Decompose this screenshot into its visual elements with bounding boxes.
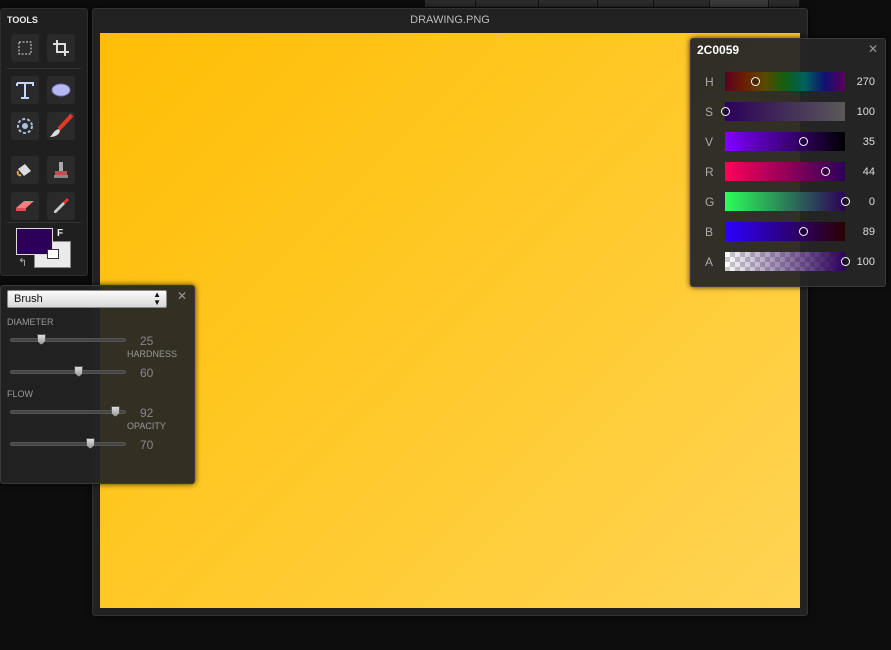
saturation-slider[interactable]: [721, 102, 845, 121]
green-label: G: [705, 195, 715, 209]
top-tab[interactable]: [710, 0, 769, 7]
opacity-slider-thumb[interactable]: [85, 438, 95, 449]
stamp-tool-button[interactable]: [47, 156, 75, 184]
red-slider-handle[interactable]: [820, 167, 830, 176]
brush-tool-button[interactable]: [47, 112, 75, 140]
brush-options-panel: Brush ▲ ▼ ✕ DIAMETER 25 HARDNESS 60 FLOW …: [0, 285, 195, 484]
default-colors-icon[interactable]: [47, 249, 59, 259]
opacity-slider[interactable]: [10, 438, 126, 449]
eyedropper-icon: [54, 198, 69, 213]
select-arrows-icon: ▲ ▼: [153, 290, 161, 307]
red-value: 44: [862, 166, 875, 178]
diameter-value: 25: [140, 334, 154, 348]
fill-tool-button[interactable]: [11, 156, 39, 184]
flow-value: 92: [140, 406, 154, 420]
diameter-slider-thumb[interactable]: [36, 334, 46, 345]
top-tab[interactable]: [476, 0, 539, 7]
alpha-slider[interactable]: [725, 252, 850, 271]
hardness-slider-thumb[interactable]: [74, 366, 84, 377]
dashed-rectangle-icon: [18, 41, 32, 55]
alpha-row: A 100: [691, 252, 885, 272]
top-tab[interactable]: [654, 0, 710, 7]
eyedropper-tool-button[interactable]: [47, 192, 75, 220]
pattern-tool-button[interactable]: [11, 112, 39, 140]
alpha-value: 100: [856, 256, 875, 268]
eraser-tool-button[interactable]: [11, 192, 39, 220]
ellipse-icon: [51, 83, 71, 97]
saturation-label: S: [705, 105, 714, 119]
value-slider-handle[interactable]: [799, 137, 808, 146]
value-label: V: [705, 135, 714, 149]
value-value: 35: [862, 136, 875, 148]
blue-slider-handle[interactable]: [799, 227, 808, 236]
hue-row: H 270: [691, 72, 885, 92]
diameter-label: DIAMETER: [7, 317, 54, 327]
hue-slider-handle[interactable]: [751, 77, 760, 86]
text-tool-button[interactable]: [11, 76, 39, 104]
blue-row: B 89: [691, 222, 885, 242]
paintbrush-icon: [50, 113, 74, 137]
top-tab[interactable]: [539, 0, 598, 7]
green-slider[interactable]: [725, 192, 850, 211]
red-label: R: [705, 165, 714, 179]
flow-slider[interactable]: [10, 406, 126, 417]
crop-tool-button[interactable]: [47, 34, 75, 62]
tools-divider: [7, 222, 81, 223]
top-tab-bar: [425, 0, 800, 7]
crop-icon: [53, 40, 69, 56]
alpha-label: A: [705, 255, 714, 269]
top-tab[interactable]: [769, 0, 800, 7]
gear-flower-icon: [17, 118, 33, 134]
close-icon[interactable]: ✕: [868, 42, 878, 56]
tools-panel-title: TOOLS: [7, 15, 38, 25]
hardness-label: HARDNESS: [127, 349, 178, 359]
diameter-slider[interactable]: [10, 334, 126, 345]
hue-label: H: [705, 75, 714, 89]
red-row: R 44: [691, 162, 885, 182]
brush-type-select[interactable]: Brush ▲ ▼: [7, 290, 167, 308]
opacity-value: 70: [140, 438, 154, 452]
opacity-label: OPACITY: [127, 421, 166, 431]
value-slider[interactable]: [725, 132, 845, 151]
hardness-value: 60: [140, 366, 154, 380]
blue-slider[interactable]: [725, 222, 845, 241]
hue-slider[interactable]: [725, 72, 845, 91]
close-icon[interactable]: ✕: [177, 289, 187, 303]
color-hex-value[interactable]: 2C0059: [697, 43, 739, 57]
top-tab[interactable]: [425, 0, 476, 7]
swap-colors-icon[interactable]: ↰: [18, 256, 27, 269]
top-tab[interactable]: [598, 0, 654, 7]
green-slider-handle[interactable]: [841, 197, 850, 206]
hardness-slider[interactable]: [10, 366, 126, 377]
blue-value: 89: [862, 226, 875, 238]
paint-bucket-icon: [16, 164, 31, 177]
green-row: G 0: [691, 192, 885, 212]
flow-label: FLOW: [7, 389, 33, 399]
document-title: DRAWING.PNG: [410, 14, 490, 26]
tools-divider: [7, 68, 81, 69]
foreground-label: F: [57, 228, 64, 239]
color-picker-panel: 2C0059 ✕ H 270 S 100 V 35 R 44 G 0 B 89 …: [690, 38, 886, 287]
saturation-row: S 100: [691, 102, 885, 122]
saturation-value: 100: [856, 106, 875, 118]
ellipse-tool-button[interactable]: [47, 76, 75, 104]
red-slider[interactable]: [725, 162, 845, 181]
brush-type-value: Brush: [14, 293, 43, 305]
eraser-icon: [16, 201, 34, 211]
clone-stamp-icon: [54, 162, 68, 178]
hue-value: 270: [856, 76, 875, 88]
blue-label: B: [705, 225, 714, 239]
marquee-tool-button[interactable]: [11, 34, 39, 62]
value-row: V 35: [691, 132, 885, 152]
alpha-slider-handle[interactable]: [841, 257, 850, 266]
saturation-slider-handle[interactable]: [721, 107, 730, 116]
flow-slider-thumb[interactable]: [110, 406, 120, 417]
tools-panel: TOOLS F ↰: [0, 8, 88, 276]
text-t-icon: [16, 82, 34, 99]
green-value: 0: [868, 196, 875, 208]
